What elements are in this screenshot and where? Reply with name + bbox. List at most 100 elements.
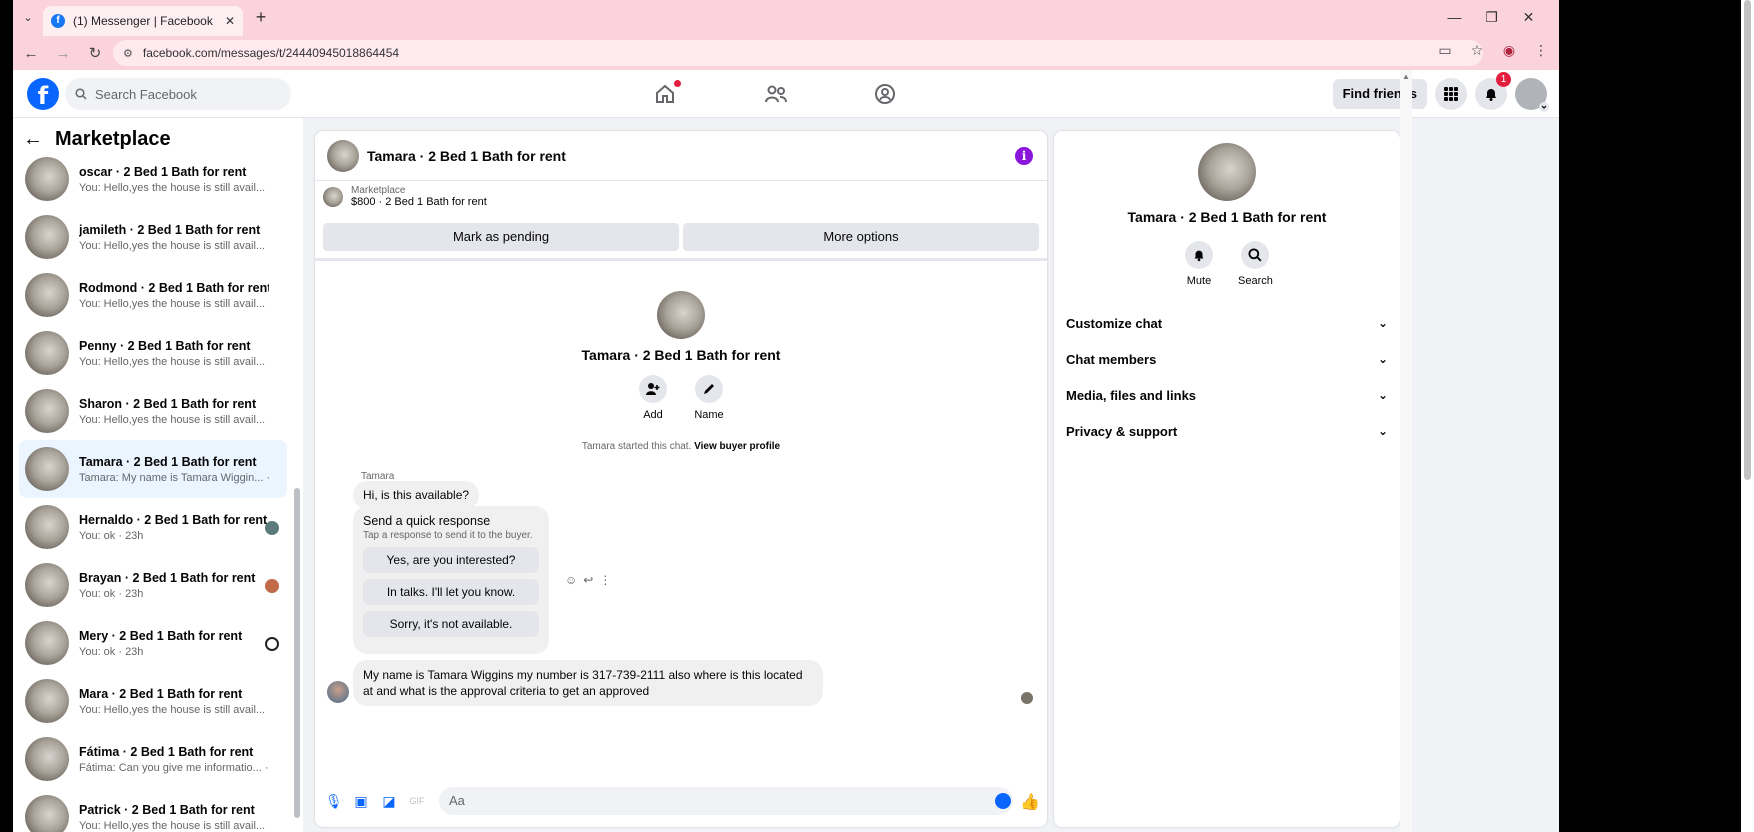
conversation-item[interactable]: jamileth · 2 Bed 1 Bath for rent You: Hel… bbox=[19, 208, 287, 266]
find-friends-button[interactable]: Find friends bbox=[1332, 79, 1427, 109]
chat-title[interactable]: Tamara · 2 Bed 1 Bath for rent bbox=[367, 148, 566, 164]
facebook-search-input[interactable]: Search Facebook bbox=[65, 78, 291, 110]
menu-button[interactable] bbox=[1435, 78, 1467, 110]
search-label: Search bbox=[1238, 275, 1273, 287]
customize-chat-row[interactable]: Customize chat ⌄ bbox=[1066, 305, 1388, 341]
cast-icon[interactable]: ▭ bbox=[1435, 42, 1455, 59]
conversation-item[interactable]: Mery · 2 Bed 1 Bath for rent You: ok · 23… bbox=[19, 614, 287, 672]
sidebar-scroll-thumb[interactable] bbox=[294, 488, 300, 818]
thumbs-up-icon[interactable]: 👍 bbox=[1020, 792, 1040, 812]
close-window-button[interactable]: ✕ bbox=[1510, 6, 1547, 28]
tab-close-button[interactable]: ✕ bbox=[225, 14, 235, 28]
listing-detail: $800 · 2 Bed 1 Bath for rent bbox=[351, 196, 487, 208]
profile-avatar[interactable] bbox=[657, 291, 705, 339]
back-icon[interactable]: ← bbox=[17, 45, 45, 62]
media-files-links-row[interactable]: Media, files and links ⌄ bbox=[1066, 377, 1388, 413]
notifications-badge: 1 bbox=[1496, 72, 1511, 87]
incoming-message[interactable]: My name is Tamara Wiggins my number is 3… bbox=[353, 660, 823, 706]
add-button[interactable]: Add bbox=[638, 375, 668, 421]
chat-members-row[interactable]: Chat members ⌄ bbox=[1066, 341, 1388, 377]
mute-label: Mute bbox=[1186, 275, 1212, 287]
nav-friends[interactable] bbox=[763, 80, 793, 108]
conversation-item[interactable]: Patrick · 2 Bed 1 Bath for rent You: Hell… bbox=[19, 788, 287, 832]
conversation-item-active[interactable]: Tamara · 2 Bed 1 Bath for rent Tamara: My… bbox=[19, 440, 287, 498]
tab-search-dropdown[interactable]: ⌄ bbox=[17, 8, 39, 28]
back-arrow-icon[interactable]: ← bbox=[23, 128, 43, 151]
sticker-icon[interactable]: ◪ bbox=[381, 793, 397, 809]
conversation-snippet: You: ok · 23h bbox=[79, 587, 144, 600]
search-icon bbox=[1248, 248, 1262, 262]
conversation-item[interactable]: Mara · 2 Bed 1 Bath for rent You: Hello,y… bbox=[19, 672, 287, 730]
conversation-item[interactable]: oscar · 2 Bed 1 Bath for rent You: Hello,… bbox=[19, 150, 287, 208]
menu-kebab-icon[interactable]: ⋮ bbox=[1531, 42, 1551, 59]
conversation-item[interactable]: Fátima · 2 Bed 1 Bath for rent Fátima: Ca… bbox=[19, 730, 287, 788]
view-buyer-profile-link[interactable]: View buyer profile bbox=[694, 441, 780, 452]
bell-icon bbox=[1486, 89, 1496, 101]
conversation-snippet: You: Hello,yes the house is still avail.… bbox=[79, 297, 269, 310]
nav-groups[interactable] bbox=[873, 80, 903, 108]
mark-pending-button[interactable]: Mark as pending bbox=[323, 223, 679, 251]
emoji-icon[interactable] bbox=[995, 793, 1011, 809]
details-avatar[interactable] bbox=[1198, 143, 1256, 201]
listing-thumbnail bbox=[25, 505, 69, 549]
chat-avatar[interactable] bbox=[327, 139, 359, 172]
sender-avatar[interactable] bbox=[327, 681, 349, 703]
outer-scroll-thumb[interactable] bbox=[1744, 0, 1751, 480]
more-kebab-icon[interactable]: ⋮ bbox=[599, 573, 611, 587]
window-controls: — ❐ ✕ bbox=[1436, 6, 1547, 28]
conversation-item[interactable]: Brayan · 2 Bed 1 Bath for rent You: ok · … bbox=[19, 556, 287, 614]
page-scrollbar[interactable]: ▲ bbox=[1400, 70, 1412, 832]
name-button[interactable]: Name bbox=[694, 375, 724, 421]
pencil-icon bbox=[704, 384, 714, 394]
outer-scrollbar[interactable] bbox=[1741, 0, 1754, 832]
incoming-message[interactable]: Hi, is this available? bbox=[353, 481, 480, 509]
forward-icon[interactable]: → bbox=[49, 45, 77, 62]
chevron-down-icon: ⌄ bbox=[1377, 388, 1388, 402]
conversation-name: Mery · 2 Bed 1 Bath for rent bbox=[79, 628, 243, 643]
gif-icon[interactable]: GIF bbox=[409, 793, 425, 809]
privacy-support-row[interactable]: Privacy & support ⌄ bbox=[1066, 413, 1388, 449]
search-chat-button[interactable]: Search bbox=[1238, 241, 1273, 287]
minimize-button[interactable]: — bbox=[1436, 6, 1473, 28]
nav-home[interactable] bbox=[653, 80, 683, 108]
facebook-logo-icon[interactable]: f bbox=[27, 78, 59, 110]
reply-icon[interactable]: ↩ bbox=[583, 573, 593, 587]
site-info-icon[interactable]: ⚙ bbox=[123, 47, 133, 60]
conversation-name: Penny · 2 Bed 1 Bath for rent bbox=[79, 338, 251, 353]
conversation-item[interactable]: Rodmond · 2 Bed 1 Bath for rent You: Hell… bbox=[19, 266, 287, 324]
conversation-item[interactable]: Sharon · 2 Bed 1 Bath for rent You: Hello… bbox=[19, 382, 287, 440]
section-label: Media, files and links bbox=[1066, 387, 1197, 403]
quick-response-option[interactable]: In talks. I'll let you know. bbox=[363, 579, 539, 605]
chat-details-panel: Tamara · 2 Bed 1 Bath for rent Mute Sear… bbox=[1054, 131, 1400, 827]
scroll-up-icon[interactable]: ▲ bbox=[1402, 72, 1410, 81]
react-emoji-icon[interactable]: ☺ bbox=[565, 573, 577, 587]
info-icon[interactable]: i bbox=[1015, 147, 1033, 165]
conversation-item[interactable]: Hernaldo · 2 Bed 1 Bath for rent You: ok … bbox=[19, 498, 287, 556]
conversation-snippet: You: Hello,yes the house is still avail.… bbox=[79, 355, 269, 368]
microphone-icon[interactable]: 🎙 bbox=[325, 793, 343, 809]
notifications-button[interactable]: 1 bbox=[1475, 72, 1511, 110]
conversation-item[interactable]: Penny · 2 Bed 1 Bath for rent You: Hello,… bbox=[19, 324, 287, 382]
profile-icon[interactable]: ◉ bbox=[1499, 42, 1519, 59]
profile-name: Tamara · 2 Bed 1 Bath for rent bbox=[581, 347, 781, 363]
quick-response-option[interactable]: Sorry, it's not available. bbox=[363, 611, 539, 637]
photo-icon[interactable]: ▣ bbox=[353, 793, 369, 809]
conversation-name: Sharon · 2 Bed 1 Bath for rent bbox=[79, 396, 257, 411]
quick-response-option[interactable]: Yes, are you interested? bbox=[363, 547, 539, 573]
account-avatar[interactable] bbox=[1515, 78, 1549, 112]
bookmark-star-icon[interactable]: ☆ bbox=[1467, 42, 1487, 59]
address-bar[interactable]: ⚙ facebook.com/messages/t/24440945018864… bbox=[113, 40, 1483, 66]
reload-icon[interactable]: ↻ bbox=[81, 44, 109, 62]
listing-thumbnail bbox=[25, 447, 69, 491]
tab-title: (1) Messenger | Facebook bbox=[73, 14, 213, 28]
message-input[interactable]: Aa bbox=[439, 787, 1013, 815]
more-options-button[interactable]: More options bbox=[683, 223, 1039, 251]
conversation-name: jamileth · 2 Bed 1 Bath for rent bbox=[79, 222, 261, 237]
browser-tab[interactable]: f (1) Messenger | Facebook ✕ bbox=[43, 6, 243, 36]
mute-button[interactable]: Mute bbox=[1182, 241, 1216, 287]
listing-thumbnail bbox=[25, 563, 69, 607]
sidebar-scrollbar[interactable] bbox=[293, 158, 301, 818]
listing-summary[interactable]: Marketplace $800 · 2 Bed 1 Bath for rent bbox=[323, 185, 487, 208]
restore-button[interactable]: ❐ bbox=[1473, 6, 1510, 28]
new-tab-button[interactable]: + bbox=[249, 7, 273, 28]
